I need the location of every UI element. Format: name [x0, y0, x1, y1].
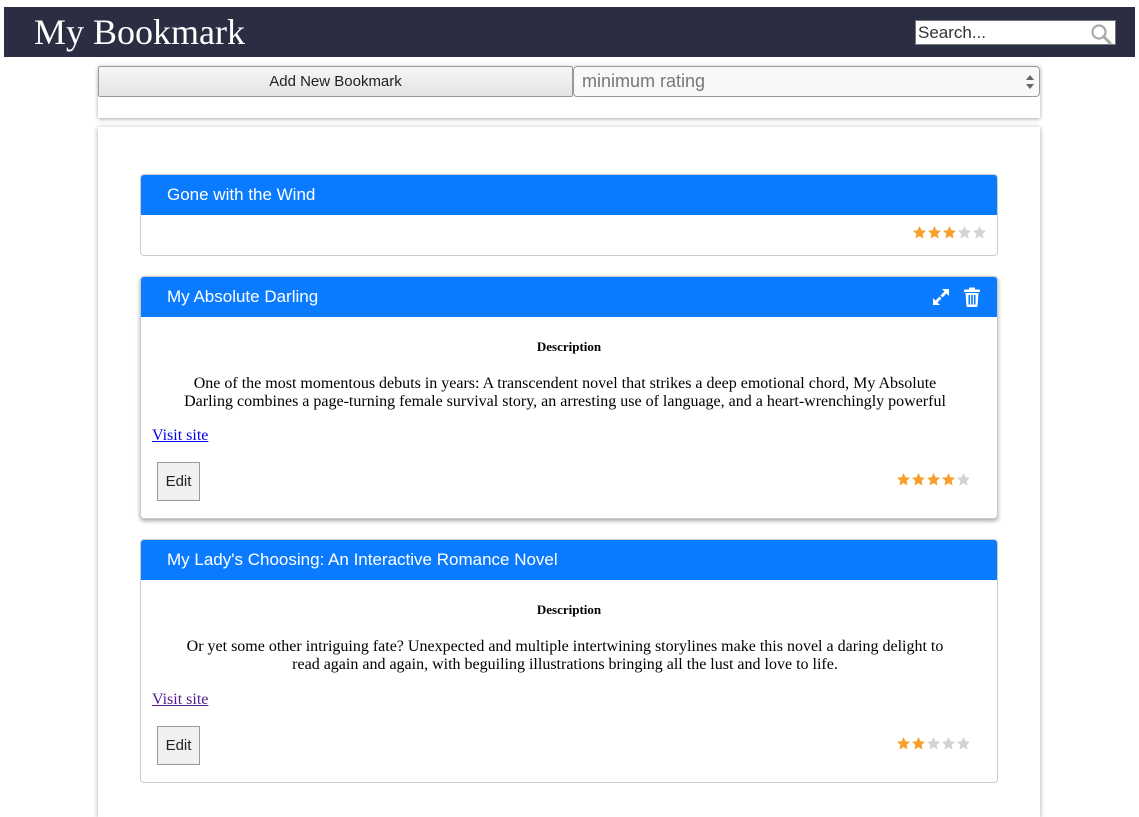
select-arrows-icon — [1026, 75, 1034, 89]
description-text: Or yet some other intriguing fate? Unexp… — [186, 638, 944, 673]
bookmark-list-panel: Gone with the Wind My Absolute Darling D… — [98, 127, 1040, 817]
star-empty-icon — [926, 736, 941, 750]
bookmark-title: My Lady's Choosing: An Interactive Roman… — [167, 550, 558, 569]
bookmark-card-header[interactable]: Gone with the Wind — [141, 175, 997, 215]
bookmark-title: Gone with the Wind — [167, 185, 316, 204]
star-filled-icon — [926, 472, 941, 486]
search-input[interactable] — [916, 21, 1081, 44]
star-rating — [896, 472, 971, 487]
visit-site-link[interactable]: Visit site — [152, 691, 208, 709]
bookmark-card-header[interactable]: My Absolute Darling — [141, 277, 997, 317]
toolbar-panel: Add New Bookmark minimum rating — [98, 66, 1040, 118]
star-empty-icon — [956, 736, 971, 750]
description-text: One of the most momentous debuts in year… — [184, 375, 946, 410]
bookmark-title: My Absolute Darling — [167, 287, 319, 306]
edit-button[interactable]: Edit — [157, 726, 200, 765]
bookmark-card[interactable]: My Lady's Choosing: An Interactive Roman… — [140, 539, 998, 783]
star-empty-icon — [957, 225, 972, 239]
minimum-rating-select[interactable]: minimum rating — [573, 66, 1040, 97]
star-filled-icon — [941, 472, 956, 486]
description-heading: Description — [536, 339, 602, 354]
search-icon[interactable] — [1090, 23, 1112, 45]
visit-site-link[interactable]: Visit site — [152, 427, 208, 445]
trash-icon[interactable] — [963, 287, 981, 307]
expand-icon[interactable] — [931, 287, 951, 307]
star-filled-icon — [942, 225, 957, 239]
star-rating — [896, 736, 971, 751]
description-heading: Description — [536, 602, 602, 617]
star-filled-icon — [896, 736, 911, 750]
bookmark-card[interactable]: Gone with the Wind — [140, 174, 998, 256]
star-empty-icon — [941, 736, 956, 750]
search-box[interactable] — [915, 20, 1116, 45]
card-tools — [931, 287, 981, 307]
app-title: My Bookmark — [34, 12, 245, 52]
star-empty-icon — [972, 225, 987, 239]
star-filled-icon — [911, 736, 926, 750]
add-bookmark-button[interactable]: Add New Bookmark — [98, 66, 573, 97]
star-rating — [912, 225, 987, 240]
star-filled-icon — [896, 472, 911, 486]
star-filled-icon — [911, 472, 926, 486]
top-navbar: My Bookmark — [4, 7, 1135, 57]
bookmark-card[interactable]: My Absolute Darling Description One of t… — [140, 276, 998, 519]
star-filled-icon — [927, 225, 942, 239]
minimum-rating-placeholder: minimum rating — [582, 71, 706, 91]
star-filled-icon — [912, 225, 927, 239]
star-empty-icon — [956, 472, 971, 486]
edit-button[interactable]: Edit — [157, 462, 200, 501]
bookmark-card-header[interactable]: My Lady's Choosing: An Interactive Roman… — [141, 540, 997, 580]
